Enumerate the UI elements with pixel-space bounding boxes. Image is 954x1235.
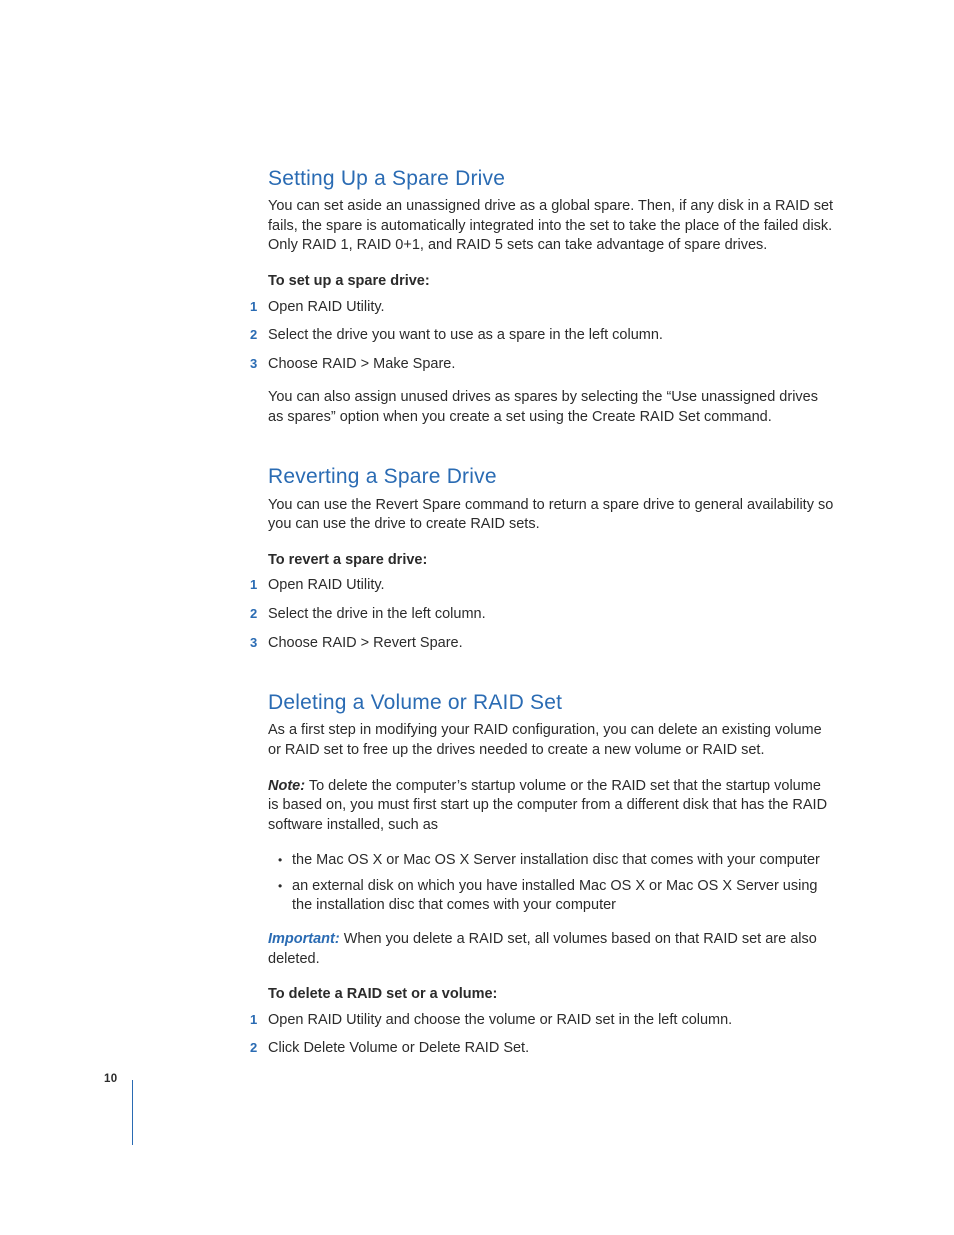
- important-body: When you delete a RAID set, all volumes …: [268, 931, 817, 967]
- note-label: Note:: [268, 778, 305, 794]
- intro-text: As a first step in modifying your RAID c…: [268, 721, 834, 760]
- bullet-list: the Mac OS X or Mac OS X Server installa…: [268, 851, 834, 916]
- heading-setting-up-spare: Setting Up a Spare Drive: [268, 165, 834, 193]
- note-body: To delete the computer’s startup volume …: [268, 778, 827, 833]
- step-number: 1: [250, 576, 257, 594]
- step-text: Click Delete Volume or Delete RAID Set.: [268, 1040, 529, 1056]
- section-setting-up-spare: Setting Up a Spare Drive You can set asi…: [268, 165, 834, 427]
- step-number: 2: [250, 1039, 257, 1057]
- step-item: 3Choose RAID > Revert Spare.: [268, 634, 834, 654]
- step-text: Select the drive you want to use as a sp…: [268, 327, 663, 343]
- section-reverting-spare: Reverting a Spare Drive You can use the …: [268, 463, 834, 653]
- section-deleting-volume: Deleting a Volume or RAID Set As a first…: [268, 689, 834, 1059]
- page-content: Setting Up a Spare Drive You can set asi…: [0, 0, 954, 1059]
- step-text: Select the drive in the left column.: [268, 606, 486, 622]
- task-heading: To revert a spare drive:: [268, 551, 834, 571]
- step-item: 2Select the drive you want to use as a s…: [268, 326, 834, 346]
- step-number: 1: [250, 298, 257, 316]
- bullet-item: an external disk on which you have insta…: [280, 877, 834, 916]
- steps-list: 1Open RAID Utility. 2Select the drive yo…: [268, 298, 834, 375]
- step-item: 1Open RAID Utility.: [268, 576, 834, 596]
- intro-text: You can set aside an unassigned drive as…: [268, 197, 834, 256]
- note-paragraph: Note: To delete the computer’s startup v…: [268, 777, 834, 836]
- step-number: 3: [250, 634, 257, 652]
- important-label: Important:: [268, 931, 340, 947]
- step-number: 3: [250, 355, 257, 373]
- step-item: 2Click Delete Volume or Delete RAID Set.: [268, 1039, 834, 1059]
- step-text: Open RAID Utility.: [268, 299, 385, 315]
- page-number: 10: [104, 1073, 117, 1085]
- important-paragraph: Important: When you delete a RAID set, a…: [268, 930, 834, 969]
- intro-text: You can use the Revert Spare command to …: [268, 496, 834, 535]
- after-text: You can also assign unused drives as spa…: [268, 388, 834, 427]
- step-item: 1Open RAID Utility and choose the volume…: [268, 1011, 834, 1031]
- step-text: Open RAID Utility.: [268, 577, 385, 593]
- heading-deleting-volume: Deleting a Volume or RAID Set: [268, 689, 834, 717]
- task-heading: To delete a RAID set or a volume:: [268, 985, 834, 1005]
- step-item: 2Select the drive in the left column.: [268, 605, 834, 625]
- task-heading: To set up a spare drive:: [268, 272, 834, 292]
- step-text: Open RAID Utility and choose the volume …: [268, 1012, 732, 1028]
- heading-reverting-spare: Reverting a Spare Drive: [268, 463, 834, 491]
- step-number: 2: [250, 605, 257, 623]
- step-text: Choose RAID > Revert Spare.: [268, 635, 463, 651]
- steps-list: 1Open RAID Utility. 2Select the drive in…: [268, 576, 834, 653]
- bullet-item: the Mac OS X or Mac OS X Server installa…: [280, 851, 834, 871]
- footer-rule: [132, 1080, 133, 1145]
- step-text: Choose RAID > Make Spare.: [268, 356, 455, 372]
- step-item: 1Open RAID Utility.: [268, 298, 834, 318]
- steps-list: 1Open RAID Utility and choose the volume…: [268, 1011, 834, 1059]
- step-number: 1: [250, 1011, 257, 1029]
- step-number: 2: [250, 326, 257, 344]
- step-item: 3Choose RAID > Make Spare.: [268, 355, 834, 375]
